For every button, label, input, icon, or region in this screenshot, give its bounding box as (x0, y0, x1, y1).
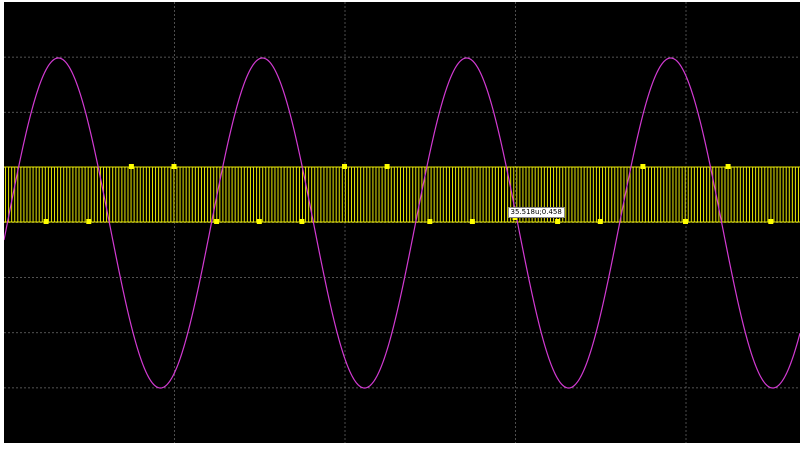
waveform-plot[interactable] (4, 2, 800, 443)
oscilloscope-screen[interactable]: 35.518u;0.458 (4, 2, 800, 443)
pwm-marker-low[interactable] (597, 219, 603, 224)
pwm-marker-low[interactable] (469, 219, 475, 224)
cursor-readout-tooltip: 35.518u;0.458 (507, 207, 565, 218)
sine-trace (4, 57, 800, 389)
pwm-marker-low[interactable] (256, 219, 262, 224)
pwm-marker-low[interactable] (299, 219, 305, 224)
pwm-marker-low[interactable] (683, 219, 688, 224)
pwm-marker-low[interactable] (214, 219, 220, 224)
pwm-marker-high[interactable] (384, 164, 390, 169)
pwm-marker-high[interactable] (128, 164, 134, 169)
pwm-marker-high[interactable] (171, 164, 177, 169)
pwm-marker-low[interactable] (86, 219, 92, 224)
pwm-trace (4, 166, 800, 223)
pwm-marker-low[interactable] (427, 219, 433, 224)
pwm-marker-high[interactable] (725, 164, 731, 169)
pwm-marker-high[interactable] (640, 164, 646, 169)
pwm-marker-low[interactable] (43, 219, 49, 224)
pwm-marker-low[interactable] (555, 219, 561, 224)
pwm-edges (5, 167, 799, 222)
pwm-marker-high[interactable] (342, 164, 347, 169)
pwm-marker-low[interactable] (768, 219, 774, 224)
